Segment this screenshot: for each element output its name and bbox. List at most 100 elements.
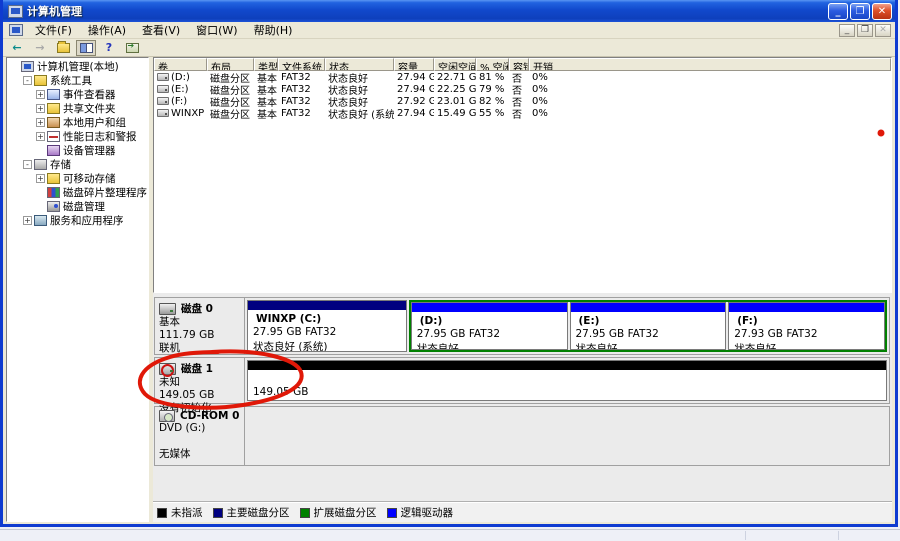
primary-segment[interactable]: WINXP (C:)27.95 GB FAT32状态良好 (系统) [247,300,407,352]
menu-2[interactable]: 查看(V) [134,21,188,39]
tree-expander[interactable]: + [36,90,45,99]
disk-row-0[interactable]: 磁盘 0基本111.79 GB联机WINXP (C:)27.95 GB FAT3… [154,297,890,355]
tree-item-defrag[interactable]: 磁盘碎片整理程序 [7,185,148,199]
volume-list[interactable]: 卷布局类型文件系统状态容量空闲空间% 空闲容错开销(D:)磁盘分区基本FAT32… [153,57,892,293]
cell-7: 79 % [476,84,509,95]
child-close-button[interactable]: ✕ [875,24,891,37]
removable-icon [47,173,60,184]
column-header-5[interactable]: 容量 [394,58,434,71]
tree-item-label: 服务和应用程序 [50,213,124,228]
cell-text: 状态良好 (系统) [328,106,394,121]
tree-expander[interactable]: + [36,132,45,141]
cell-text: 27.94 GB [397,84,434,95]
column-header-9[interactable]: 开销 [529,58,891,71]
app-icon [8,5,23,18]
cell-3: FAT32 [278,96,325,107]
tree-expander[interactable]: + [36,174,45,183]
restore-button[interactable]: ❐ [850,3,870,20]
tree-expander[interactable]: + [36,118,45,127]
extended-partition[interactable]: (D:)27.95 GB FAT32状态良好(E:)27.95 GB FAT32… [409,300,887,352]
column-header-7[interactable]: % 空闲 [476,58,509,71]
table-row[interactable]: WINXP (C:)磁盘分区基本FAT32状态良好 (系统)27.94 GB15… [154,107,891,119]
tree-item-storage[interactable]: - 存储 [7,157,148,171]
help-icon[interactable]: ? [99,40,119,56]
cell-6: 22.25 GB [434,84,476,95]
cell-text: 磁盘分区 [210,106,250,121]
cell-text: 27.94 GB [397,72,434,83]
cell-text: 15.49 GB [437,108,476,119]
tree-item-disk-mgmt[interactable]: 磁盘管理 [7,199,148,213]
tree-item-services[interactable]: + 服务和应用程序 [7,213,148,227]
tree-item-computer[interactable]: 计算机管理(本地) [7,59,148,73]
tree-item-removable[interactable]: + 可移动存储 [7,171,148,185]
cell-6: 15.49 GB [434,108,476,119]
tree-item-label: 存储 [50,157,71,172]
tree-item-label: 共享文件夹 [63,101,116,116]
legend-label: 逻辑驱动器 [401,505,454,520]
tree-expander[interactable]: + [36,104,45,113]
up-folder-icon[interactable] [53,40,73,56]
legend-swatch [300,508,310,518]
forward-icon[interactable]: → [30,40,50,56]
column-header-6[interactable]: 空闲空间 [434,58,476,71]
tree-item-folder-tools[interactable]: -系统工具 [7,73,148,87]
legend-label: 扩展磁盘分区 [314,505,377,520]
unallocated-segment[interactable]: 149.05 GB未指派 [247,360,887,401]
disk-info-line: 111.79 GB [159,329,240,342]
tree-expander[interactable]: - [23,160,32,169]
column-header-3[interactable]: 文件系统 [278,58,325,71]
export-list-icon[interactable] [122,40,142,56]
partition-status: 状态良好 [412,340,567,350]
disk-info-line: 未知 [159,376,240,389]
tree-item-label: 磁盘碎片整理程序 [63,185,147,200]
tree-item-label: 计算机管理(本地) [37,59,119,74]
menu-0[interactable]: 文件(F) [27,21,80,39]
titlebar[interactable]: 计算机管理 _❐✕ [3,0,895,22]
console-tree[interactable]: 计算机管理(本地)-系统工具+事件查看器+共享文件夹+本地用户和组+性能日志和警… [6,57,149,522]
tree-expander[interactable]: + [23,216,32,225]
disk-info-line: 149.05 GB [159,389,240,402]
tree-item-label: 可移动存储 [63,171,116,186]
column-header-0[interactable]: 卷 [154,58,207,71]
tree-item-device-manager[interactable]: 设备管理器 [7,143,148,157]
cell-text: (F:) [171,96,187,107]
menu-1[interactable]: 操作(A) [80,21,134,39]
tree-item-event-viewer[interactable]: +事件查看器 [7,87,148,101]
minimize-button[interactable]: _ [828,3,848,20]
partition-size: 27.95 GB FAT32 [412,327,567,340]
child-restore-button[interactable]: ❐ [857,24,873,37]
disk-management-pane: 卷布局类型文件系统状态容量空闲空间% 空闲容错开销(D:)磁盘分区基本FAT32… [153,57,892,522]
event-viewer-icon [47,89,60,100]
menu-3[interactable]: 窗口(W) [188,21,245,39]
legend-item: 逻辑驱动器 [387,505,454,520]
volume-icon [157,73,169,81]
cell-5: 27.94 GB [394,72,434,83]
cell-text: 23.01 GB [437,96,476,107]
show-hide-tree-icon[interactable] [76,40,96,56]
back-icon[interactable]: ← [7,40,27,56]
partition-area: 149.05 GB未指派 [245,358,889,403]
child-minimize-button[interactable]: _ [839,24,855,37]
logical-segment[interactable]: (D:)27.95 GB FAT32状态良好 [411,302,568,350]
disk-row-2[interactable]: CD-ROM 0DVD (G:) 无媒体 [154,406,890,466]
menu-4[interactable]: 帮助(H) [246,21,301,39]
cell-text: (D:) [171,72,190,83]
device-manager-icon [47,145,60,156]
tree-item-shared-folders[interactable]: + 共享文件夹 [7,101,148,115]
cell-text: 0% [532,108,548,119]
logical-segment[interactable]: (F:)27.93 GB FAT32状态良好 [728,302,885,350]
disk-error-icon [159,363,176,375]
disk-header-0[interactable]: 磁盘 0基本111.79 GB联机 [155,298,245,354]
partition-status: 状态良好 [571,340,726,350]
disk-header-2[interactable]: CD-ROM 0DVD (G:) 无媒体 [155,407,245,465]
tree-item-users[interactable]: +本地用户和组 [7,115,148,129]
mdi-child-icon[interactable] [9,24,23,36]
close-button[interactable]: ✕ [872,3,892,20]
cell-5: 27.94 GB [394,84,434,95]
logical-segment[interactable]: (E:)27.95 GB FAT32状态良好 [570,302,727,350]
tree-expander[interactable]: - [23,76,32,85]
tree-item-performance[interactable]: +性能日志和警报 [7,129,148,143]
disk-row-1[interactable]: 磁盘 1未知149.05 GB没有初始化 149.05 GB未指派 [154,357,890,404]
logical-stripe [729,303,884,312]
disk-header-1[interactable]: 磁盘 1未知149.05 GB没有初始化 [155,358,245,403]
